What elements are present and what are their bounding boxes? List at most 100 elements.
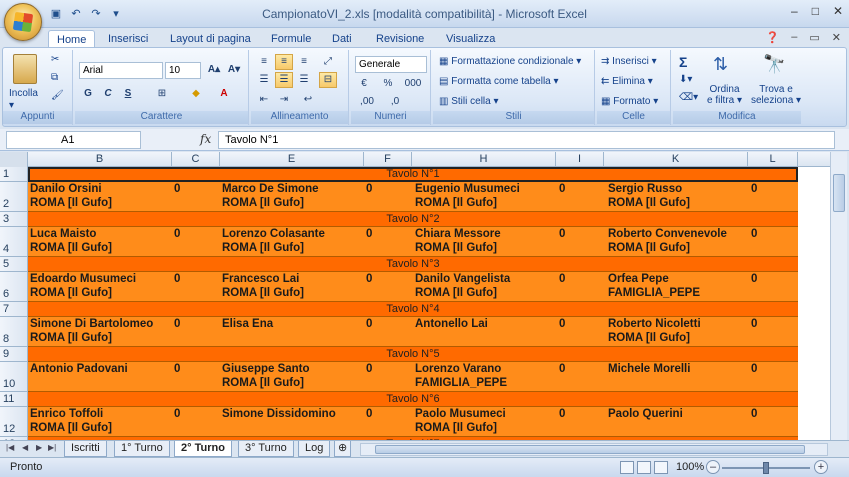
prev-sheet-icon[interactable]: ◀	[22, 443, 28, 452]
find-select-button[interactable]: Trova e seleziona ▾	[751, 84, 801, 106]
sheet-tab-iscritti[interactable]: Iscritti	[64, 441, 107, 457]
player-name-cell[interactable]: Francesco Lai	[222, 273, 299, 285]
format-as-table-button[interactable]: ▤ Formatta come tabella ▾	[439, 76, 559, 87]
zoom-level[interactable]: 100%	[676, 461, 704, 473]
fill-color-icon[interactable]: ◆	[187, 86, 205, 102]
sheet-tab-1-turno[interactable]: 1° Turno	[114, 441, 170, 457]
score-cell[interactable]: 0	[559, 318, 565, 330]
player-name-cell[interactable]: Danilo Vangelista	[415, 273, 510, 285]
borders-icon[interactable]: ⊞	[153, 86, 171, 102]
player-name-cell[interactable]: Giuseppe Santo	[222, 363, 310, 375]
office-button[interactable]	[4, 3, 42, 41]
ribbon-restore-icon[interactable]: ▭	[809, 31, 819, 44]
zoom-in-icon[interactable]: +	[814, 460, 828, 474]
sheet-tab-3-turno[interactable]: 3° Turno	[238, 441, 294, 457]
align-middle-icon[interactable]: ≡	[275, 54, 293, 70]
score-cell[interactable]: 0	[174, 273, 180, 285]
row-header[interactable]: 7	[0, 302, 28, 317]
col-header-k[interactable]: K	[604, 152, 748, 167]
page-break-view-icon[interactable]	[654, 461, 668, 474]
club-cell[interactable]: ROMA [Il Gufo]	[222, 197, 304, 209]
score-cell[interactable]: 0	[366, 183, 372, 195]
club-cell[interactable]: ROMA [Il Gufo]	[30, 287, 112, 299]
score-cell[interactable]: 0	[174, 318, 180, 330]
insert-sheet-icon[interactable]: ⊕	[334, 441, 352, 457]
score-cell[interactable]: 0	[366, 228, 372, 240]
club-cell[interactable]: ROMA [Il Gufo]	[30, 197, 112, 209]
ribbon-close-icon[interactable]: ✕	[832, 31, 841, 44]
club-cell[interactable]: ROMA [Il Gufo]	[30, 332, 112, 344]
decrease-decimal-button[interactable]: ,0	[383, 94, 407, 110]
font-name-combo[interactable]: Arial	[79, 62, 163, 79]
increase-indent-icon[interactable]: ⇥	[275, 92, 293, 108]
vertical-scrollbar[interactable]	[830, 152, 847, 440]
club-cell[interactable]: ROMA [Il Gufo]	[415, 422, 497, 434]
tab-formule[interactable]: Formule	[263, 30, 319, 48]
increase-decimal-button[interactable]: ,00	[355, 94, 379, 110]
club-cell[interactable]: ROMA [Il Gufo]	[608, 242, 690, 254]
ribbon-minimize-icon[interactable]: –	[791, 31, 797, 44]
insert-function-icon[interactable]: fx	[200, 132, 211, 146]
autosum-icon[interactable]: Σ	[679, 54, 687, 70]
align-center-icon[interactable]: ☰	[275, 72, 293, 88]
cell-styles-button[interactable]: ▥ Stili cella ▾	[439, 96, 499, 107]
row-header[interactable]: 9	[0, 347, 28, 362]
horizontal-scrollbar[interactable]	[360, 443, 828, 456]
score-cell[interactable]: 0	[559, 363, 565, 375]
player-name-cell[interactable]: Simone Dissidomino	[222, 408, 336, 420]
player-name-cell[interactable]: Enrico Toffoli	[30, 408, 103, 420]
row-header[interactable]: 6	[0, 272, 28, 302]
player-name-cell[interactable]: Edoardo Musumeci	[30, 273, 136, 285]
club-cell[interactable]: ROMA [Il Gufo]	[30, 422, 112, 434]
sort-filter-button[interactable]: Ordina e filtra ▾	[707, 84, 742, 106]
col-header-c[interactable]: C	[172, 152, 220, 167]
row-header[interactable]: 10	[0, 362, 28, 392]
page-layout-view-icon[interactable]	[637, 461, 651, 474]
font-size-combo[interactable]: 10	[165, 62, 201, 79]
row-header[interactable]: 4	[0, 227, 28, 257]
sheet-tab-2-turno[interactable]: 2° Turno	[174, 441, 232, 457]
score-cell[interactable]: 0	[366, 363, 372, 375]
player-name-cell[interactable]: Michele Morelli	[608, 363, 690, 375]
paste-icon[interactable]	[13, 54, 37, 84]
score-cell[interactable]: 0	[559, 228, 565, 240]
score-cell[interactable]: 0	[751, 273, 757, 285]
percent-button[interactable]: %	[379, 76, 397, 92]
thousands-button[interactable]: 000	[401, 76, 425, 92]
player-name-cell[interactable]: Antonello Lai	[415, 318, 488, 330]
row-header[interactable]: 5	[0, 257, 28, 272]
score-cell[interactable]: 0	[559, 273, 565, 285]
align-left-icon[interactable]: ☰	[255, 72, 273, 88]
next-sheet-icon[interactable]: ▶	[36, 443, 42, 452]
format-painter-icon[interactable]: 🖌	[51, 90, 64, 101]
col-header-i[interactable]: I	[556, 152, 604, 167]
row-header[interactable]: 1	[0, 167, 28, 182]
table-title-row[interactable]: Tavolo N°5	[28, 347, 798, 362]
club-cell[interactable]: FAMIGLIA_PEPE	[608, 287, 700, 299]
player-name-cell[interactable]: Luca Maisto	[30, 228, 96, 240]
player-name-cell[interactable]: Danilo Orsini	[30, 183, 102, 195]
score-cell[interactable]: 0	[751, 183, 757, 195]
club-cell[interactable]: ROMA [Il Gufo]	[608, 332, 690, 344]
orientation-icon[interactable]: ⤢	[319, 54, 337, 70]
club-cell[interactable]: ROMA [Il Gufo]	[415, 242, 497, 254]
tab-dati[interactable]: Dati	[324, 30, 360, 48]
club-cell[interactable]: ROMA [Il Gufo]	[222, 242, 304, 254]
zoom-out-icon[interactable]: –	[706, 460, 720, 474]
player-name-cell[interactable]: Chiara Messore	[415, 228, 501, 240]
club-cell[interactable]: FAMIGLIA_PEPE	[415, 377, 507, 389]
normal-view-icon[interactable]	[620, 461, 634, 474]
align-top-icon[interactable]: ≡	[255, 54, 273, 70]
club-cell[interactable]: ROMA [Il Gufo]	[222, 287, 304, 299]
formula-input[interactable]: Tavolo N°1	[218, 131, 835, 149]
horizontal-scroll-thumb[interactable]	[375, 445, 805, 454]
player-name-cell[interactable]: Lorenzo Varano	[415, 363, 501, 375]
score-cell[interactable]: 0	[174, 408, 180, 420]
number-format-combo[interactable]: Generale	[355, 56, 427, 73]
table-title-row[interactable]: Tavolo N°2	[28, 212, 798, 227]
worksheet-grid[interactable]: B C E F H I K L 1 Tavolo N°1 2 Danilo Orsin…	[0, 152, 830, 440]
score-cell[interactable]: 0	[366, 408, 372, 420]
row-header[interactable]: 11	[0, 392, 28, 407]
club-cell[interactable]: ROMA [Il Gufo]	[415, 197, 497, 209]
col-header-l[interactable]: L	[748, 152, 798, 167]
